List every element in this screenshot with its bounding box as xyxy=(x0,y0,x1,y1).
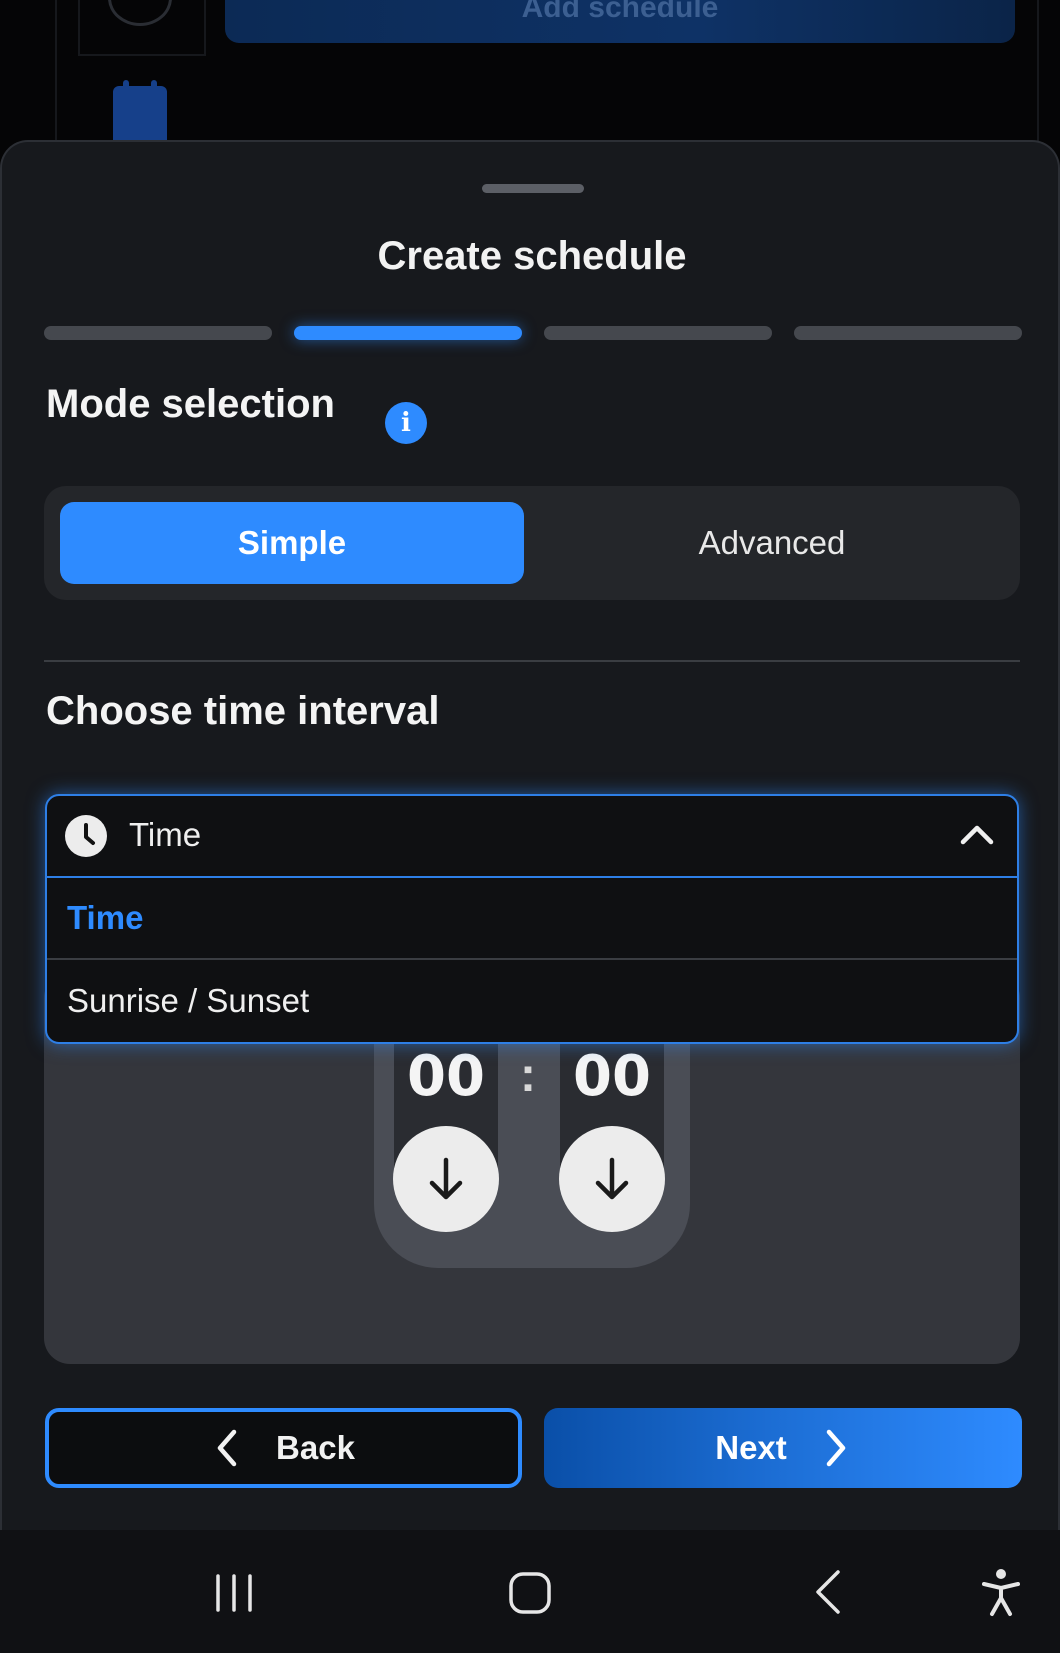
step-progress xyxy=(44,326,1022,340)
mode-simple-button[interactable]: Simple xyxy=(60,502,524,584)
mode-toggle: Simple Advanced xyxy=(44,486,1020,600)
chevron-left-icon xyxy=(212,1428,242,1468)
step-indicator-3 xyxy=(544,326,772,340)
next-button-label: Next xyxy=(715,1429,787,1466)
add-schedule-button[interactable]: Add schedule xyxy=(225,0,1015,43)
hours-value: 00 xyxy=(407,1044,485,1109)
step-indicator-2 xyxy=(294,326,522,340)
sheet-drag-handle[interactable] xyxy=(482,184,584,193)
arrow-down-icon xyxy=(429,1157,463,1200)
hours-down-button[interactable] xyxy=(393,1126,499,1232)
mode-selection-title: Mode selection xyxy=(46,382,335,426)
chevron-up-icon[interactable] xyxy=(959,820,995,848)
back-button-label: Back xyxy=(276,1429,355,1466)
next-button[interactable]: Next xyxy=(544,1408,1022,1488)
accessibility-icon[interactable] xyxy=(978,1566,1024,1618)
system-navigation-bar xyxy=(0,1530,1060,1653)
minutes-down-button[interactable] xyxy=(559,1126,665,1232)
time-interval-title: Choose time interval xyxy=(46,689,440,733)
section-divider xyxy=(44,660,1020,662)
time-separator: : xyxy=(520,1049,536,1102)
dropdown-option-time[interactable]: Time xyxy=(47,878,1017,960)
mode-advanced-button[interactable]: Advanced xyxy=(540,502,1004,584)
step-indicator-4 xyxy=(794,326,1022,340)
create-schedule-sheet: Create schedule Mode selection i Simple … xyxy=(0,140,1060,1530)
clock-icon xyxy=(65,815,107,857)
back-nav-icon[interactable] xyxy=(808,1566,848,1618)
info-icon[interactable]: i xyxy=(385,402,427,444)
dropdown-header[interactable]: Time xyxy=(47,796,1017,878)
dropdown-option-sunrise-sunset[interactable]: Sunrise / Sunset xyxy=(47,960,1017,1042)
background-app: Add schedule xyxy=(0,0,1060,160)
time-interval-dropdown[interactable]: Time Time Sunrise / Sunset xyxy=(45,794,1019,1044)
minutes-value: 00 xyxy=(573,1044,651,1109)
step-indicator-1 xyxy=(44,326,272,340)
recent-apps-icon[interactable] xyxy=(212,1566,256,1618)
sheet-title: Create schedule xyxy=(377,234,687,278)
back-button[interactable]: Back xyxy=(45,1408,522,1488)
arrow-down-icon xyxy=(595,1157,629,1200)
chevron-right-icon xyxy=(821,1428,851,1468)
calendar-icon xyxy=(113,80,167,146)
dropdown-selected-value: Time xyxy=(129,816,202,853)
home-icon[interactable] xyxy=(507,1566,553,1618)
